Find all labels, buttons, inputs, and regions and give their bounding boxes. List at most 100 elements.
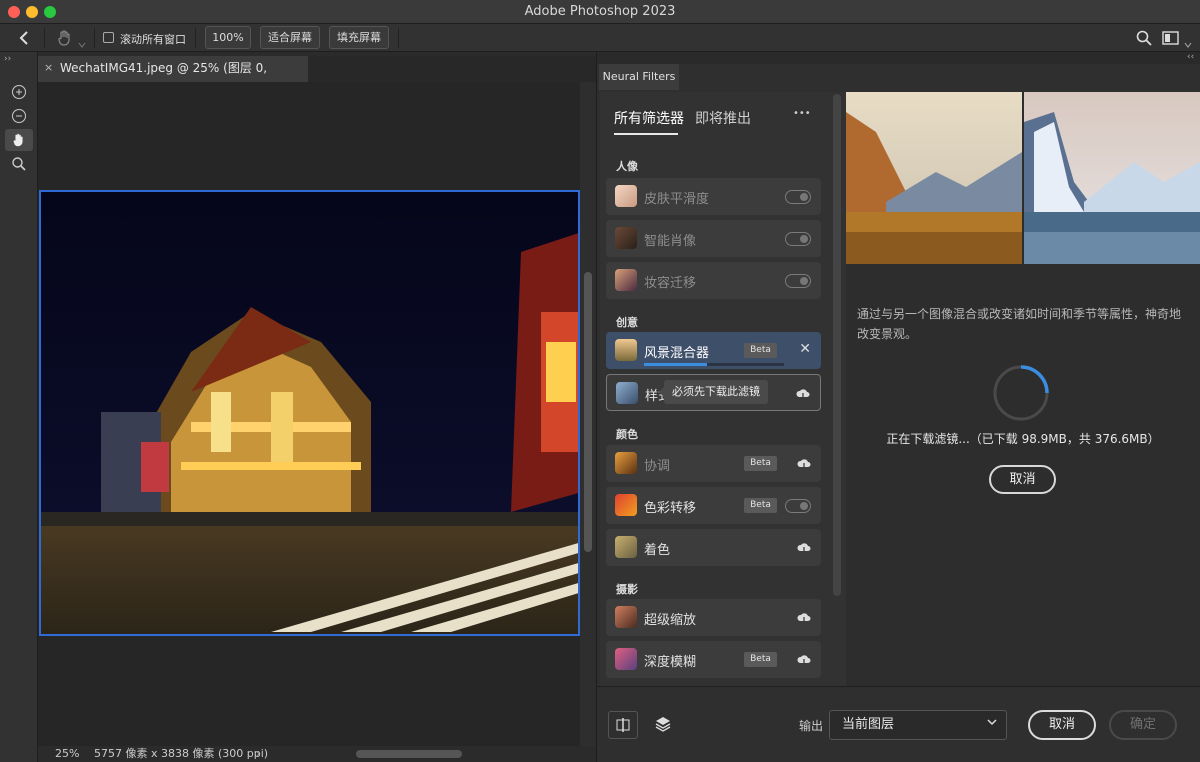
close-tab-icon[interactable]: × <box>44 56 53 80</box>
filter-label: 智能肖像 <box>644 234 697 249</box>
download-cloud-icon[interactable] <box>796 386 810 401</box>
window-title: Adobe Photoshop 2023 <box>524 4 676 19</box>
colorize-thumbnail <box>615 536 637 558</box>
filter-super-zoom[interactable]: 超级缩放 <box>606 599 821 636</box>
preview-autumn-image <box>846 92 1022 264</box>
horizontal-scroll-thumb[interactable] <box>356 750 462 758</box>
hand-tool-icon[interactable] <box>5 129 33 151</box>
workspace-icon[interactable] <box>1162 30 1180 46</box>
makeup-transfer-toggle[interactable] <box>785 274 811 288</box>
layers-icon[interactable] <box>654 715 672 733</box>
filter-colorize[interactable]: 着色 <box>606 529 821 566</box>
beta-badge: Beta <box>744 456 777 471</box>
document-info: 5757 像素 x 3838 像素 (300 ppi) <box>94 747 269 760</box>
style-transfer-thumbnail <box>616 382 638 404</box>
download-status: 正在下载滤镜...（已下载 98.9MB，共 376.6MB） <box>886 432 1160 446</box>
scroll-all-windows-label: 滚动所有窗口 <box>120 33 186 46</box>
fit-screen-button[interactable]: 适合屏幕 <box>260 26 320 49</box>
smart-portrait-toggle[interactable] <box>785 232 811 246</box>
filter-skin-smoothing[interactable]: 皮肤平滑度 <box>606 178 821 215</box>
scroll-all-windows-checkbox[interactable] <box>103 32 114 43</box>
super-zoom-thumbnail <box>615 606 637 628</box>
scroll-thumb[interactable] <box>584 272 592 552</box>
canvas-vertical-scrollbar[interactable] <box>580 82 596 746</box>
filter-landscape-mixer[interactable]: 风景混合器 Beta ✕ <box>606 332 821 369</box>
beta-badge: Beta <box>744 343 777 358</box>
filter-label: 超级缩放 <box>644 613 697 628</box>
filter-detail-pane: 通过与另一个图像混合或改变诸如时间和季节等属性，神奇地改变景观。 正在下载滤镜.… <box>846 92 1200 686</box>
depth-blur-thumbnail <box>615 648 637 670</box>
canvas-area[interactable] <box>38 82 580 746</box>
download-required-tooltip: 必须先下载此滤镜 <box>659 380 768 404</box>
category-color: 颜色 <box>616 428 638 441</box>
options-bar: 滚动所有窗口 100% 适合屏幕 填充屏幕 <box>0 24 1200 52</box>
beta-badge: Beta <box>744 498 777 513</box>
makeup-transfer-thumbnail <box>615 269 637 291</box>
filter-description: 通过与另一个图像混合或改变诸如时间和季节等属性，神奇地改变景观。 <box>857 307 1182 341</box>
beta-badge: Beta <box>744 652 777 667</box>
filter-label: 皮肤平滑度 <box>644 192 710 207</box>
cancel-button[interactable]: 取消 <box>1028 710 1096 740</box>
category-photography: 摄影 <box>616 583 638 596</box>
tab-all-filters[interactable]: 所有筛选器 <box>614 108 684 128</box>
status-bar: 25% 5757 像素 x 3838 像素 (300 ppi) › <box>38 746 596 762</box>
filter-label: 色彩转移 <box>644 501 697 516</box>
back-icon[interactable] <box>16 29 34 47</box>
cancel-download-icon[interactable]: ✕ <box>799 341 811 357</box>
panel-footer: 输出 当前图层 取消 确定 <box>597 686 1200 762</box>
smart-portrait-thumbnail <box>615 227 637 249</box>
zoom-100-button[interactable]: 100% <box>205 26 251 49</box>
hand-tool-icon[interactable] <box>56 29 74 47</box>
filter-smart-portrait[interactable]: 智能肖像 <box>606 220 821 257</box>
more-options-icon[interactable]: ••• <box>793 108 811 119</box>
chevron-down-icon[interactable] <box>78 34 86 48</box>
filter-color-transfer[interactable]: 色彩转移 Beta <box>606 487 821 524</box>
zoom-out-icon[interactable] <box>5 105 33 127</box>
search-icon[interactable] <box>1135 29 1153 47</box>
skin-smoothing-toggle[interactable] <box>785 190 811 204</box>
harmonization-thumbnail <box>615 452 637 474</box>
category-creative: 创意 <box>616 316 638 329</box>
compare-view-button[interactable] <box>608 711 638 739</box>
chevron-down-icon <box>986 711 998 739</box>
fill-screen-button[interactable]: 填充屏幕 <box>329 26 389 49</box>
download-cloud-icon[interactable] <box>797 456 811 471</box>
filter-makeup-transfer[interactable]: 妆容迁移 <box>606 262 821 299</box>
download-cloud-icon[interactable] <box>797 540 811 555</box>
zoom-level[interactable]: 25% <box>55 746 79 762</box>
document-tab-bar: × WechatIMG41.jpeg @ 25% (图层 0, RGB/8*) … <box>38 56 596 99</box>
cancel-download-button[interactable]: 取消 <box>989 465 1056 494</box>
toolbox: ›› <box>0 52 38 762</box>
tab-upcoming[interactable]: 即将推出 <box>695 108 751 128</box>
info-chevron-icon[interactable]: › <box>256 746 260 762</box>
output-label: 输出 <box>799 719 824 733</box>
neural-filters-tab[interactable]: Neural Filters <box>599 64 679 90</box>
collapse-toolbox-icon[interactable]: ›› <box>4 54 11 64</box>
ok-button[interactable]: 确定 <box>1109 710 1177 740</box>
download-cloud-icon[interactable] <box>797 610 811 625</box>
expand-panel-icon[interactable]: ‹‹ <box>1187 52 1194 62</box>
document-image <box>39 190 580 636</box>
filter-label: 妆容迁移 <box>644 276 697 291</box>
download-progress-fill <box>644 363 707 366</box>
zoom-in-icon[interactable] <box>5 81 33 103</box>
title-bar: Adobe Photoshop 2023 <box>0 0 1200 24</box>
output-select[interactable]: 当前图层 <box>829 710 1007 740</box>
color-transfer-toggle[interactable] <box>785 499 811 513</box>
download-cloud-icon[interactable] <box>797 652 811 667</box>
download-progress-bar <box>644 363 784 366</box>
filter-list-scrollbar[interactable] <box>833 94 841 596</box>
skin-smoothing-thumbnail <box>615 185 637 207</box>
active-tab-underline <box>614 133 678 135</box>
color-transfer-thumbnail <box>615 494 637 516</box>
loading-spinner-icon <box>993 365 1049 421</box>
landscape-mixer-thumbnail <box>615 339 637 361</box>
workspace-chevron-icon[interactable] <box>1184 34 1192 48</box>
document-tab[interactable]: × WechatIMG41.jpeg @ 25% (图层 0, RGB/8*) … <box>38 56 308 99</box>
filter-depth-blur[interactable]: 深度模糊 Beta <box>606 641 821 678</box>
filter-harmonization[interactable]: 协调 Beta <box>606 445 821 482</box>
filter-label: 协调 <box>644 459 671 474</box>
zoom-tool-icon[interactable] <box>5 153 33 175</box>
filter-label: 风景混合器 <box>644 346 710 361</box>
filter-label: 着色 <box>644 543 671 558</box>
